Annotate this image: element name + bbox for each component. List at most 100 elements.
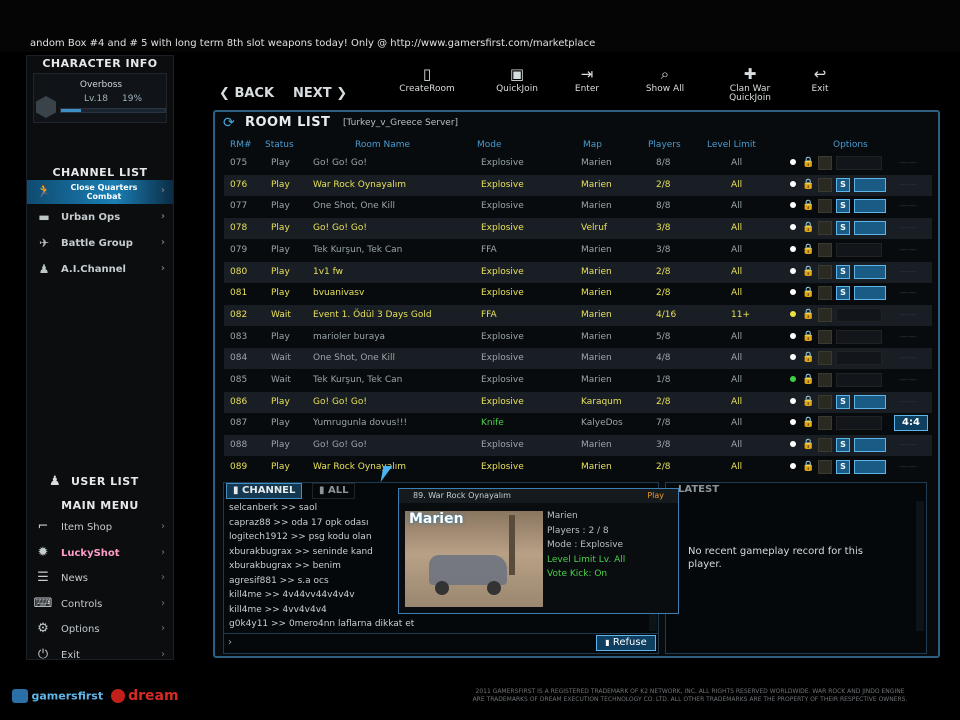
lock-icon: 🔒: [802, 200, 815, 212]
room-row[interactable]: 082 Wait Event 1. Ödül 3 Days Gold FFA Marie…: [224, 304, 932, 326]
room-row[interactable]: 078 Play Go! Go! Go! Explosive Velruf 3/8 All 🔒…: [224, 218, 932, 240]
room-row[interactable]: 077 Play One Shot, One Kill Explosive Marien…: [224, 196, 932, 217]
back-button[interactable]: ❮ BACK: [219, 86, 274, 101]
user-list-icon: ♟: [49, 474, 61, 489]
menu-item-3[interactable]: ⌨ Controls ›: [27, 593, 173, 618]
room-map: Marien: [581, 179, 612, 190]
toolbar-button-0[interactable]: ▯ CreateRoom: [385, 63, 469, 109]
room-status: Play: [271, 396, 290, 407]
channel-item-1[interactable]: ▬ Urban Ops ›: [27, 206, 173, 230]
room-row[interactable]: 079 Play Tek Kurşun, Tek Can FFA Marien 3/8 Al…: [224, 240, 932, 261]
menu-item-5[interactable]: ⏻ Exit ›: [27, 644, 173, 669]
channel-item-2[interactable]: ✈ Battle Group ›: [27, 232, 173, 256]
room-name: Go! Go! Go!: [313, 158, 367, 168]
refresh-icon[interactable]: ⟳: [223, 115, 235, 131]
spectate-button[interactable]: S: [836, 177, 850, 192]
chat-prompt-icon: ›: [228, 637, 232, 648]
chat-input[interactable]: ›: [224, 633, 658, 653]
channel-item-3[interactable]: ♟ A.I.Channel ›: [27, 258, 173, 282]
channel-item-0[interactable]: 🏃 Close Quarters Combat ›: [27, 180, 173, 204]
spectate-button[interactable]: S: [836, 199, 850, 214]
room-row[interactable]: 081 Play bvuanivasv Explosive Marien 2/8 All 🔒 S…: [224, 283, 932, 304]
tab-channel[interactable]: ▮ CHANNEL: [226, 483, 303, 499]
chevron-right-icon: ›: [160, 185, 165, 196]
room-row[interactable]: 088 Play Go! Go! Go! Explosive Marien 3/8 All 🔒…: [224, 435, 932, 457]
options-info-button[interactable]: [854, 177, 886, 192]
toolbar-button-5[interactable]: ↩ Exit: [800, 63, 840, 109]
room-players: 2/8: [656, 266, 671, 277]
room-num: 082: [230, 309, 248, 320]
back-arrow-icon: ❮: [219, 86, 230, 101]
tab-all[interactable]: ▮ ALL: [312, 483, 356, 499]
room-row[interactable]: 087 Play Yumrugunla dovus!!! Knife KalyeDos 7…: [224, 413, 932, 434]
toolbar-button-2[interactable]: ⇥ Enter: [560, 63, 614, 109]
latest-scrollbar[interactable]: [916, 501, 924, 631]
room-name: War Rock Oynayalım: [313, 179, 407, 190]
column-header: Players: [648, 140, 681, 150]
popup-info-line: Vote Kick: On: [547, 569, 608, 579]
game-lobby: andom Box #4 and # 5 with long term 8th …: [0, 0, 960, 720]
room-row[interactable]: 086 Play Go! Go! Go! Explosive Karaqum 2/8 All…: [224, 391, 932, 413]
menu-item-label: News: [61, 573, 89, 584]
room-status: Play: [271, 418, 290, 429]
room-level: All: [731, 244, 743, 255]
door-icon: ▯: [422, 65, 432, 83]
gun-icon: ⌐: [37, 519, 49, 534]
room-row[interactable]: 083 Play marioler buraya Explosive Marien 5/8…: [224, 327, 932, 348]
toolbar-button-3[interactable]: ⌕ Show All: [635, 63, 695, 109]
next-button[interactable]: NEXT ❯: [293, 86, 347, 101]
spectate-button[interactable]: S: [836, 459, 850, 474]
gamersfirst-logo-icon: [12, 689, 28, 703]
options-info-button[interactable]: [854, 459, 886, 474]
menu-item-label: Exit: [61, 649, 80, 661]
map-preview-label: Marien: [409, 511, 464, 527]
room-row[interactable]: 089 Play War Rock Oynayalım Explosive Marien…: [224, 457, 932, 478]
refuse-button[interactable]: ▮ Refuse: [596, 635, 656, 651]
menu-item-1[interactable]: ✹ LuckyShot ›: [27, 542, 173, 567]
lock-icon: 🔒: [802, 417, 815, 429]
search-icon: ⌕: [660, 65, 670, 83]
room-num: 079: [230, 244, 248, 255]
room-mode: Explosive: [481, 353, 524, 364]
spectate-button[interactable]: S: [836, 221, 850, 236]
toolbar-button-label: Exit: [811, 84, 829, 94]
tab-latest[interactable]: LATEST: [672, 483, 725, 499]
column-header: Options: [833, 140, 868, 150]
user-list-button[interactable]: ♟ USER LIST: [27, 471, 173, 493]
options-info-button[interactable]: [854, 221, 886, 236]
options-info-button[interactable]: [854, 394, 886, 409]
toolbar-button-1[interactable]: ▣ QuickJoin: [475, 63, 559, 109]
spectate-button[interactable]: S: [836, 438, 850, 453]
pole-shape: [509, 515, 515, 575]
options-info-button[interactable]: [854, 264, 886, 279]
toolbar-button-4[interactable]: ✚ Clan War QuickJoin: [710, 63, 790, 109]
car-wheel-shape: [435, 581, 449, 595]
chat-message: agresif881 >> s.a ocs: [229, 575, 329, 586]
spectate-button[interactable]: S: [836, 264, 850, 279]
room-flag-icon: [818, 329, 832, 344]
room-mode: Knife: [481, 418, 504, 429]
spectate-button[interactable]: S: [836, 286, 850, 301]
room-num: 076: [230, 179, 248, 190]
room-flag-icon: [818, 307, 832, 322]
room-row[interactable]: 075 Play Go! Go! Go! Explosive Marien 8/8 All 🔒…: [224, 153, 932, 174]
toolbar-button-label: Clan War QuickJoin: [729, 84, 771, 103]
options-info-button[interactable]: [854, 286, 886, 301]
room-mode: Explosive: [481, 158, 524, 168]
room-row[interactable]: 085 Wait Tek Kurşun, Tek Can Explosive Marie…: [224, 370, 932, 391]
room-row[interactable]: 084 Wait One Shot, One Kill Explosive Marien…: [224, 348, 932, 370]
menu-item-0[interactable]: ⌐ Item Shop ›: [27, 516, 173, 541]
room-name: Tek Kurşun, Tek Can: [313, 375, 403, 385]
room-row[interactable]: 080 Play 1v1 fw Explosive Marien 2/8 All 🔒 S ——: [224, 261, 932, 283]
footer-logos: gamersfirst dream: [12, 688, 179, 704]
room-num: 084: [230, 353, 248, 364]
room-list-title: ROOM LIST: [245, 115, 331, 130]
menu-item-4[interactable]: ⚙ Options ›: [27, 618, 173, 643]
menu-item-2[interactable]: ☰ News ›: [27, 567, 173, 592]
spectate-button[interactable]: S: [836, 394, 850, 409]
room-row[interactable]: 076 Play War Rock Oynayalım Explosive Marien…: [224, 174, 932, 196]
room-map: Marien: [581, 288, 612, 299]
dream-logo-text: dream: [128, 688, 179, 704]
options-info-button[interactable]: [854, 438, 886, 453]
options-info-button[interactable]: [854, 199, 886, 214]
